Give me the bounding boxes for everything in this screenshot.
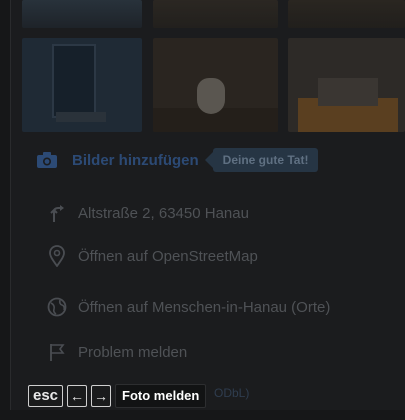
lightbox-toolbar: esc ← → Foto melden xyxy=(28,384,207,408)
entrance-door-photo[interactable] xyxy=(22,38,142,132)
esc-key[interactable]: esc xyxy=(28,385,64,407)
photo-thumbnail[interactable] xyxy=(288,0,405,28)
report-problem-row[interactable]: Problem melden xyxy=(46,341,187,363)
photo-gallery xyxy=(22,38,405,132)
open-mih-link[interactable]: Öffnen auf Menschen-in-Hanau (Orte) xyxy=(78,299,330,316)
flag-icon xyxy=(46,341,68,363)
arrow-left-icon[interactable]: ← xyxy=(67,385,88,407)
door-shape xyxy=(52,44,96,118)
report-problem-link[interactable]: Problem melden xyxy=(78,344,187,361)
address-text: Altstraße 2, 63450 Hanau xyxy=(78,204,249,222)
globe-icon xyxy=(46,296,68,318)
open-osm-row[interactable]: Öffnen auf OpenStreetMap xyxy=(46,245,258,267)
photo-thumbnail[interactable] xyxy=(153,0,278,28)
photo-row-top xyxy=(22,0,405,28)
add-images-row: Bilder hinzufügen Deine gute Tat! xyxy=(36,146,319,174)
address-row: Altstraße 2, 63450 Hanau xyxy=(46,202,249,224)
photo-thumbnail[interactable] xyxy=(22,0,142,28)
add-images-button[interactable]: Bilder hinzufügen xyxy=(72,152,199,169)
doormat-shape xyxy=(56,112,106,122)
report-photo-button[interactable]: Foto melden xyxy=(115,384,207,408)
toilet-photo[interactable] xyxy=(153,38,278,132)
open-osm-link[interactable]: Öffnen auf OpenStreetMap xyxy=(78,248,258,265)
location-pin-icon xyxy=(46,245,68,267)
arrow-right-icon[interactable]: → xyxy=(91,385,112,407)
toilet-shape xyxy=(197,78,225,114)
camera-icon[interactable] xyxy=(36,151,58,169)
good-deed-badge: Deine gute Tat! xyxy=(204,148,319,172)
direction-icon xyxy=(46,202,68,224)
license-text: ODbL) xyxy=(214,386,250,400)
bench-shape xyxy=(318,78,378,106)
open-mih-row[interactable]: Öffnen auf Menschen-in-Hanau (Orte) xyxy=(46,296,330,318)
accessible-room-photo[interactable] xyxy=(288,38,405,132)
